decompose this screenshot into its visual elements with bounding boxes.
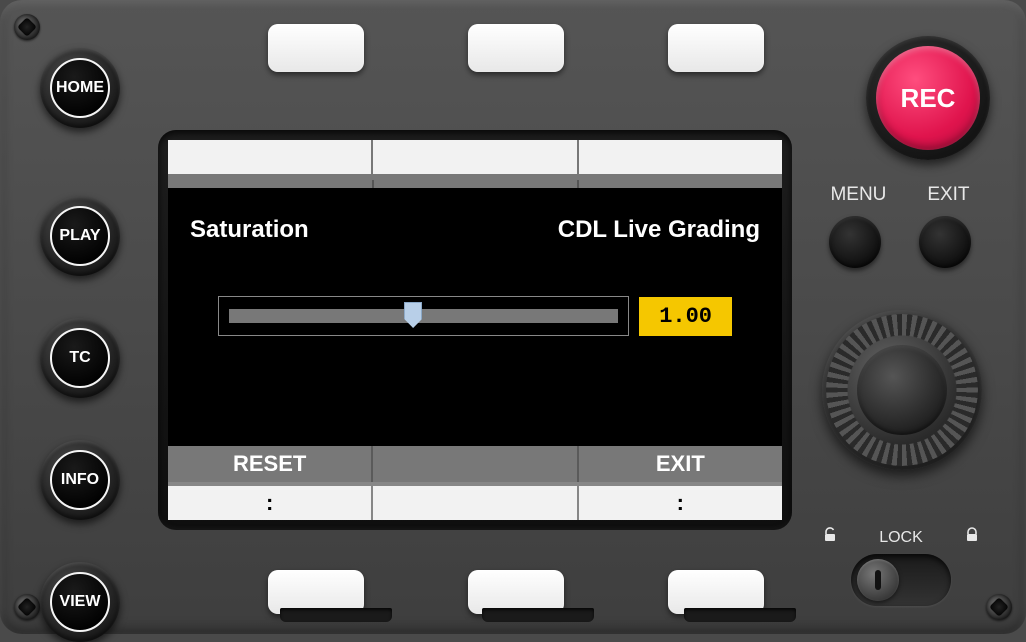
exit-action-label: EXIT — [656, 451, 705, 477]
colon-right: : — [677, 490, 684, 516]
softkey-top-1[interactable] — [268, 24, 364, 72]
cutout-2 — [482, 608, 594, 622]
tick-divider — [372, 180, 374, 188]
reset-action[interactable]: RESET — [168, 446, 373, 482]
screen-bezel: Saturation CDL Live Grading 1.00 RESET E… — [158, 130, 792, 530]
cutout-1 — [280, 608, 392, 622]
bottom-cutouts — [280, 608, 796, 622]
screen-title-row: Saturation CDL Live Grading — [168, 188, 782, 244]
unlock-icon — [822, 527, 838, 548]
bottom-cell-3[interactable]: : — [579, 486, 782, 520]
slider-track[interactable] — [218, 296, 629, 336]
screen: Saturation CDL Live Grading 1.00 RESET E… — [168, 140, 782, 520]
action-middle — [373, 446, 578, 482]
screen-tab-3[interactable] — [579, 140, 782, 174]
bottom-cell-2[interactable] — [373, 486, 578, 520]
home-button-label: HOME — [50, 58, 110, 118]
slider-area: 1.00 — [218, 296, 732, 336]
screen-tab-2[interactable] — [373, 140, 578, 174]
lock-slider-thumb[interactable] — [857, 559, 899, 601]
view-button[interactable]: VIEW — [40, 562, 120, 642]
reset-label: RESET — [233, 451, 306, 477]
top-softkey-row — [268, 24, 764, 72]
jog-wheel[interactable] — [822, 310, 982, 470]
tick-divider — [577, 180, 579, 188]
screw-bottom-left — [14, 594, 40, 620]
screen-bottom-area: RESET EXIT : : — [168, 446, 782, 520]
lock-area: LOCK — [816, 527, 986, 606]
info-button[interactable]: INFO — [40, 440, 120, 520]
right-panel: MENU EXIT — [810, 184, 990, 268]
screw-top-left — [14, 14, 40, 40]
slider-bar — [229, 309, 618, 323]
play-button-label: PLAY — [50, 206, 110, 266]
bottom-cell-1[interactable]: : — [168, 486, 373, 520]
parameter-label: Saturation — [190, 216, 309, 244]
cutout-3 — [684, 608, 796, 622]
softkey-top-2[interactable] — [468, 24, 564, 72]
lock-slider[interactable] — [851, 554, 951, 606]
colon-left: : — [266, 490, 273, 516]
slider-thumb[interactable] — [404, 302, 422, 328]
screen-tab-1[interactable] — [168, 140, 373, 174]
menu-button[interactable] — [829, 216, 881, 268]
softkey-top-3[interactable] — [668, 24, 764, 72]
slider-value: 1.00 — [639, 297, 732, 336]
context-label: CDL Live Grading — [558, 216, 760, 244]
tc-button-label: TC — [50, 328, 110, 388]
home-button[interactable]: HOME — [40, 48, 120, 128]
info-button-label: INFO — [50, 450, 110, 510]
menu-label: MENU — [830, 184, 886, 206]
screen-top-tabs — [168, 140, 782, 180]
exit-action[interactable]: EXIT — [579, 446, 782, 482]
exit-button[interactable] — [919, 216, 971, 268]
screw-bottom-right — [986, 594, 1012, 620]
rec-button[interactable]: REC — [866, 36, 990, 160]
tc-button[interactable]: TC — [40, 318, 120, 398]
lock-label: LOCK — [879, 529, 923, 547]
device-body: HOME PLAY TC INFO VIEW REC — [0, 0, 1026, 634]
jog-wheel-center[interactable] — [857, 345, 947, 435]
view-button-label: VIEW — [50, 572, 110, 632]
lock-icon — [964, 527, 980, 548]
rec-button-label: REC — [876, 46, 980, 150]
play-button[interactable]: PLAY — [40, 196, 120, 276]
exit-label: EXIT — [927, 184, 969, 206]
